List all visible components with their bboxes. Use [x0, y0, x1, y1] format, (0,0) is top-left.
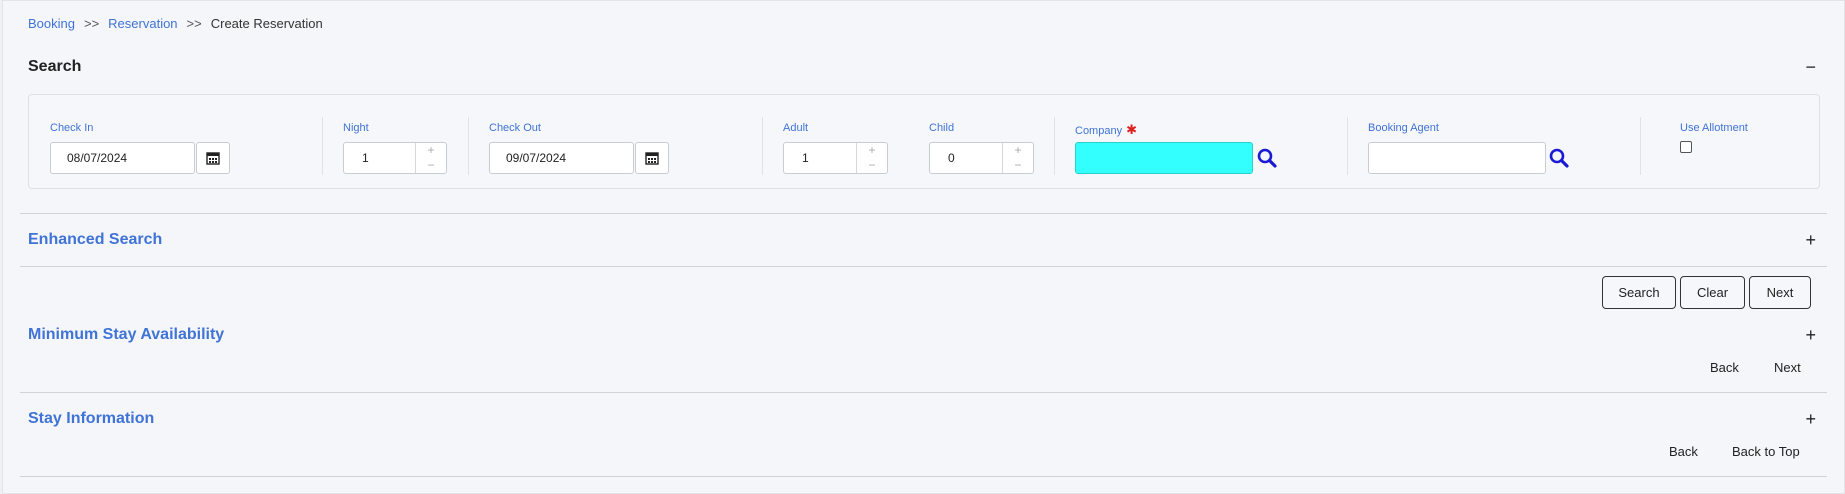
minimum-stay-expand-toggle[interactable]: +: [1805, 326, 1816, 344]
field-divider: [322, 117, 323, 175]
field-divider: [1640, 117, 1641, 175]
breadcrumb-reservation-link[interactable]: Reservation: [108, 16, 177, 31]
enhanced-search-title[interactable]: Enhanced Search: [28, 231, 162, 249]
enhanced-search-expand-toggle[interactable]: +: [1805, 231, 1816, 249]
search-panel: Check In 08/07/2024 Night 1 + − Check Ou…: [28, 94, 1820, 189]
check-out-label: Check Out: [489, 122, 541, 134]
use-allotment-checkbox[interactable]: [1680, 141, 1692, 153]
night-spin-arrows[interactable]: + −: [415, 143, 446, 173]
decrement-icon[interactable]: −: [857, 158, 887, 173]
child-spin-arrows[interactable]: + −: [1002, 143, 1033, 173]
booking-agent-label: Booking Agent: [1368, 122, 1439, 134]
increment-icon[interactable]: +: [1003, 143, 1033, 158]
required-icon: ✱: [1126, 122, 1137, 137]
field-divider: [468, 117, 469, 175]
child-value: 0: [948, 151, 955, 165]
min-stay-next-button[interactable]: Next: [1774, 360, 1801, 375]
search-collapse-toggle[interactable]: −: [1805, 58, 1816, 76]
calendar-icon: [645, 152, 659, 165]
stay-information-expand-toggle[interactable]: +: [1805, 410, 1816, 428]
child-label: Child: [929, 122, 955, 134]
section-divider: [20, 266, 1827, 267]
search-button[interactable]: Search: [1602, 276, 1676, 309]
back-to-top-button[interactable]: Back to Top: [1732, 444, 1800, 459]
check-in-calendar-button[interactable]: [196, 142, 230, 174]
breadcrumb: Booking >> Reservation >> Create Reservation: [28, 16, 323, 31]
decrement-icon[interactable]: −: [416, 158, 446, 173]
company-label-text: Company: [1075, 125, 1123, 137]
search-section-title: Search: [28, 58, 82, 75]
calendar-icon: [206, 152, 220, 165]
night-stepper[interactable]: 1 + −: [343, 142, 447, 174]
night-label: Night: [343, 122, 369, 134]
section-divider: [20, 392, 1827, 393]
company-input[interactable]: [1075, 142, 1253, 174]
adult-value: 1: [802, 151, 809, 165]
field-divider: [762, 117, 763, 175]
adult-label: Adult: [783, 122, 809, 134]
use-allotment-label: Use Allotment: [1680, 122, 1748, 134]
minimum-stay-title[interactable]: Minimum Stay Availability: [28, 326, 224, 344]
section-divider: [20, 213, 1827, 214]
stay-info-back-button[interactable]: Back: [1669, 444, 1698, 459]
company-label: Company ✱: [1075, 122, 1137, 138]
create-reservation-page: Booking >> Reservation >> Create Reservation…: [2, 0, 1845, 494]
breadcrumb-current: Create Reservation: [210, 16, 323, 31]
min-stay-back-button[interactable]: Back: [1710, 360, 1739, 375]
field-divider: [1347, 117, 1348, 175]
check-in-label: Check In: [50, 122, 94, 134]
next-button[interactable]: Next: [1749, 276, 1811, 309]
child-stepper[interactable]: 0 + −: [929, 142, 1034, 174]
adult-spin-arrows[interactable]: + −: [856, 143, 887, 173]
night-value: 1: [362, 151, 369, 165]
check-in-input[interactable]: 08/07/2024: [50, 142, 195, 174]
clear-button[interactable]: Clear: [1680, 276, 1745, 309]
section-divider: [20, 476, 1827, 477]
stay-information-title[interactable]: Stay Information: [28, 410, 154, 428]
breadcrumb-booking-link[interactable]: Booking: [28, 16, 75, 31]
increment-icon[interactable]: +: [416, 143, 446, 158]
check-out-input[interactable]: 09/07/2024: [489, 142, 634, 174]
company-search-icon[interactable]: [1257, 148, 1277, 168]
field-divider: [1054, 117, 1055, 175]
booking-agent-input[interactable]: [1368, 142, 1546, 174]
booking-agent-search-icon[interactable]: [1549, 148, 1569, 168]
adult-stepper[interactable]: 1 + −: [783, 142, 888, 174]
breadcrumb-separator: >>: [186, 16, 202, 31]
decrement-icon[interactable]: −: [1003, 158, 1033, 173]
check-out-calendar-button[interactable]: [635, 142, 669, 174]
breadcrumb-separator: >>: [83, 16, 100, 31]
increment-icon[interactable]: +: [857, 143, 887, 158]
